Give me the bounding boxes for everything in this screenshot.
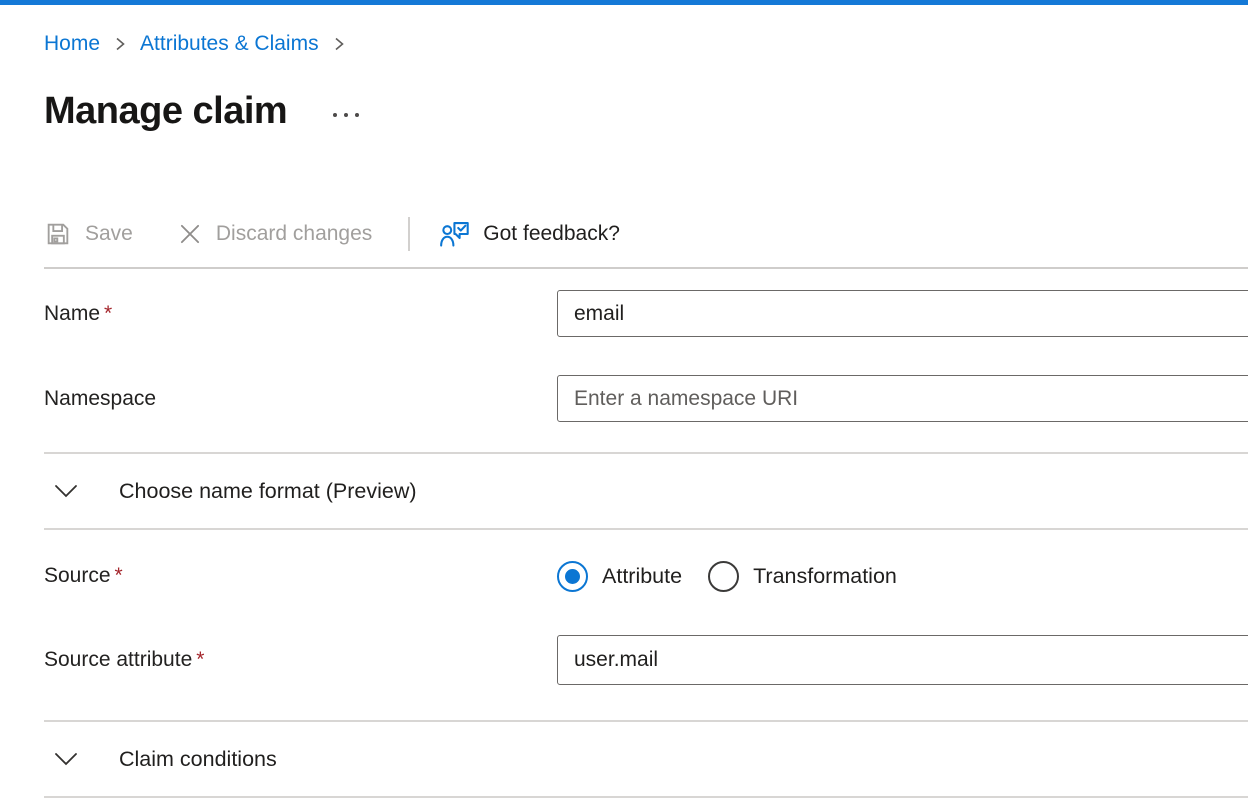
required-asterisk: * [196,648,204,671]
source-attribute-label: Source attribute* [44,648,557,672]
chevron-right-icon [114,37,126,51]
section-choose-name-format[interactable]: Choose name format (Preview) [44,454,1248,528]
namespace-label: Namespace [44,387,557,411]
divider [44,267,1248,269]
got-feedback-label: Got feedback? [483,222,620,246]
section-claim-conditions[interactable]: Claim conditions [44,722,1248,796]
source-transformation-radio-label: Transformation [753,564,897,589]
chevron-down-icon [54,752,78,766]
required-asterisk: * [104,302,112,325]
radio-dot [565,569,580,584]
feedback-icon [440,220,470,248]
discard-changes-label: Discard changes [216,222,372,246]
namespace-input[interactable] [557,375,1248,422]
chevron-down-icon [54,484,78,498]
source-transformation-radio[interactable]: Transformation [708,561,897,592]
radio-unselected-icon [708,561,739,592]
source-field-row: Source* Attribute Transformation [44,553,1248,599]
divider [44,796,1248,798]
required-asterisk: * [115,564,123,587]
ellipsis-dot [344,113,348,117]
name-field-row: Name* [44,290,1248,337]
command-bar: Save Discard changes [44,215,1248,253]
source-attribute-radio[interactable]: Attribute [557,561,682,592]
breadcrumb-home-link[interactable]: Home [44,29,100,59]
more-options-icon[interactable] [327,109,365,121]
discard-changes-button[interactable]: Discard changes [177,221,372,247]
source-attribute-radio-label: Attribute [602,564,682,589]
name-label: Name* [44,302,557,326]
chevron-right-icon [333,37,345,51]
got-feedback-button[interactable]: Got feedback? [440,220,620,248]
save-button[interactable]: Save [44,220,133,248]
source-radio-group: Attribute Transformation [557,561,897,592]
namespace-field-row: Namespace [44,375,1248,422]
name-label-text: Name [44,302,100,325]
x-icon [177,221,203,247]
save-button-label: Save [85,222,133,246]
save-icon [44,220,72,248]
breadcrumb: Home Attributes & Claims [44,5,1248,59]
section-claim-conditions-label: Claim conditions [119,747,277,772]
ellipsis-dot [355,113,359,117]
source-attribute-label-text: Source attribute [44,648,192,671]
source-attribute-field-row: Source attribute* [44,635,1248,685]
name-input[interactable] [557,290,1248,337]
manage-claim-page: Home Attributes & Claims Manage claim [0,0,1248,798]
source-label: Source* [44,564,557,588]
radio-selected-icon [557,561,588,592]
toolbar-separator [408,217,410,251]
page-title: Manage claim [44,90,287,133]
section-choose-name-format-label: Choose name format (Preview) [119,479,417,504]
source-label-text: Source [44,564,111,587]
title-row: Manage claim [44,85,1248,137]
source-attribute-input[interactable] [557,635,1248,685]
ellipsis-dot [333,113,337,117]
divider [44,528,1248,530]
namespace-label-text: Namespace [44,387,156,410]
breadcrumb-attributes-claims-link[interactable]: Attributes & Claims [140,29,319,59]
